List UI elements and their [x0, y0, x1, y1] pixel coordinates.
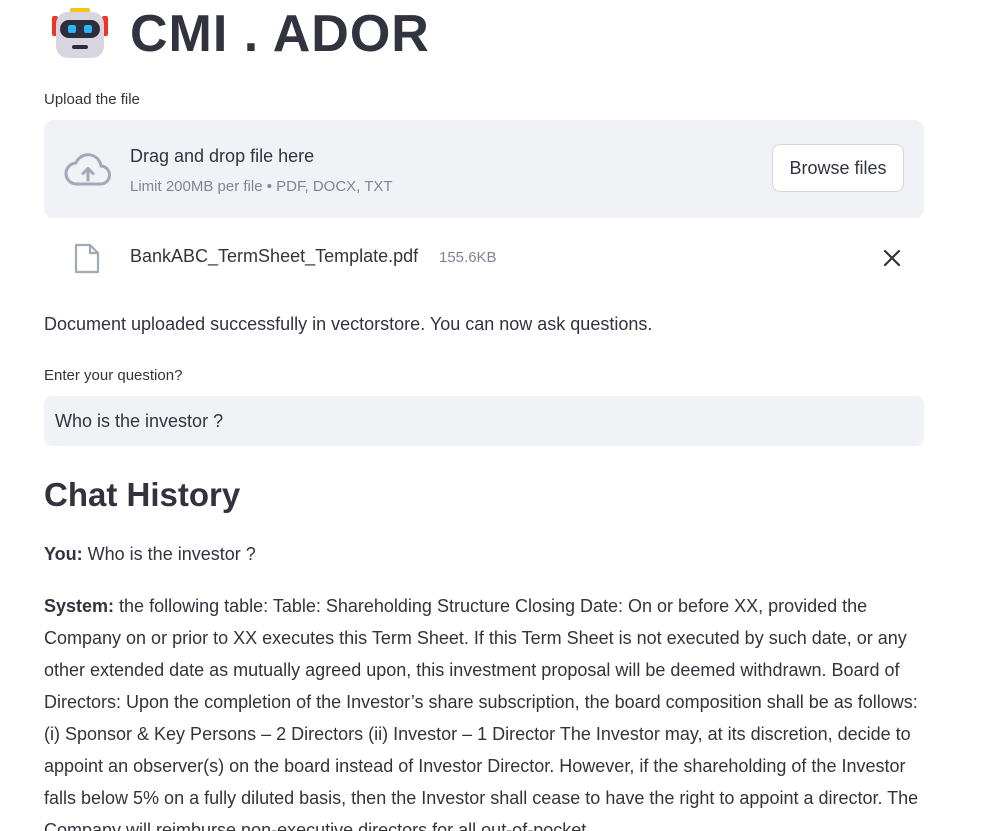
app-page: CMI . ADOR Upload the file Drag and drop… [0, 0, 985, 831]
chat-text-system: the following table: Table: Shareholding… [44, 596, 919, 831]
cloud-upload-icon [64, 152, 112, 188]
file-icon [74, 243, 100, 274]
question-label: Enter your question? [44, 367, 183, 384]
uploaded-file-name: BankABC_TermSheet_Template.pdf [130, 246, 419, 266]
file-dropzone[interactable]: Drag and drop file here Limit 200MB per … [44, 120, 924, 218]
dropzone-title: Drag and drop file here [130, 146, 315, 166]
robot-icon [50, 0, 110, 62]
browse-files-button[interactable]: Browse files [772, 144, 904, 192]
chat-history-title: Chat History [44, 476, 241, 513]
uploaded-file-size: 155.6KB [439, 249, 497, 266]
upload-success-message: Document uploaded successfully in vector… [44, 314, 653, 334]
chat-text-user: Who is the investor ? [87, 544, 256, 564]
question-input[interactable] [44, 396, 924, 446]
chat-speaker-user: You: [44, 544, 83, 564]
chat-message-user: You: Who is the investor ? [44, 538, 924, 570]
chat-speaker-system: System: [44, 596, 115, 616]
app-title: CMI . ADOR [130, 5, 430, 63]
chat-message-system: System: the following table: Table: Shar… [44, 590, 924, 831]
dropzone-limit: Limit 200MB per file • PDF, DOCX, TXT [130, 178, 393, 195]
upload-label: Upload the file [44, 91, 140, 108]
uploaded-file-row: BankABC_TermSheet_Template.pdf 155.6KB [44, 236, 924, 280]
app-header: CMI . ADOR [50, 0, 430, 70]
remove-file-icon[interactable] [882, 248, 902, 268]
